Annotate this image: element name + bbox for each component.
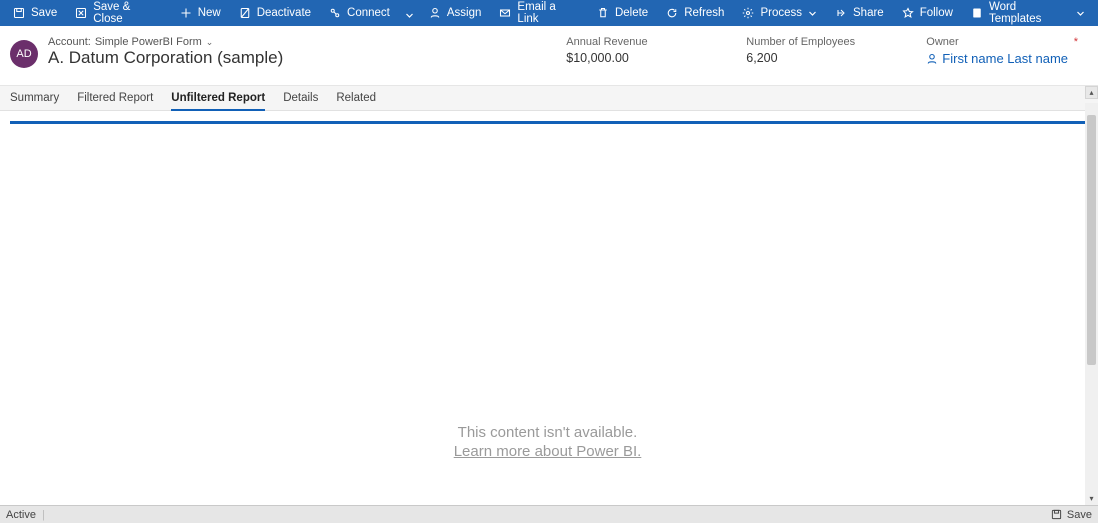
owner-block: Owner * First name Last name [926, 36, 1068, 66]
connect-button[interactable]: Connect [320, 0, 399, 26]
deactivate-icon [239, 7, 251, 19]
chevron-down-icon [1076, 9, 1085, 18]
owner-name: First name Last name [942, 51, 1068, 66]
learn-more-link[interactable]: Learn more about Power BI. [454, 443, 642, 460]
save-icon [1051, 509, 1062, 520]
chevron-down-icon: ⌄ [206, 37, 214, 48]
connect-label: Connect [347, 7, 390, 19]
deactivate-button[interactable]: Deactivate [230, 0, 320, 26]
command-bar: Save Save & Close New Deactivate Connect… [0, 0, 1098, 26]
star-icon [902, 7, 914, 19]
process-label: Process [760, 7, 802, 19]
person-icon [926, 53, 938, 65]
save-button[interactable]: Save [4, 0, 66, 26]
save-close-button[interactable]: Save & Close [66, 0, 170, 26]
record-status: Active [6, 509, 36, 521]
connect-icon [329, 7, 341, 19]
breadcrumb-prefix: Account: [48, 36, 91, 48]
share-icon [835, 7, 847, 19]
annual-revenue-value[interactable]: $10,000.00 [566, 51, 676, 65]
scroll-up-button[interactable]: ▴ [1085, 86, 1098, 99]
word-templates-button[interactable]: Word Templates [962, 0, 1094, 26]
employees-value[interactable]: 6,200 [746, 51, 856, 65]
trash-icon [597, 7, 609, 19]
plus-icon [180, 7, 192, 19]
scrollbar-thumb[interactable] [1087, 115, 1096, 365]
status-bar: Active | Save [0, 505, 1098, 523]
tab-unfiltered-report[interactable]: Unfiltered Report [171, 86, 265, 110]
main-content: This content isn't available. Learn more… [0, 111, 1098, 495]
save-close-label: Save & Close [93, 1, 161, 25]
content-unavailable: This content isn't available. Learn more… [454, 424, 642, 460]
owner-value[interactable]: First name Last name [926, 51, 1068, 66]
deactivate-label: Deactivate [257, 7, 311, 19]
delete-button[interactable]: Delete [588, 0, 657, 26]
footer-save-button[interactable]: Save [1051, 509, 1092, 521]
refresh-label: Refresh [684, 7, 724, 19]
refresh-button[interactable]: Refresh [657, 0, 733, 26]
follow-label: Follow [920, 7, 953, 19]
breadcrumb-form: Simple PowerBI Form [95, 36, 202, 48]
chevron-down-icon [405, 9, 414, 18]
share-button[interactable]: Share [826, 0, 893, 26]
email-icon [499, 7, 511, 19]
share-label: Share [853, 7, 884, 19]
email-link-button[interactable]: Email a Link [490, 0, 588, 26]
assign-icon [429, 7, 441, 19]
footer-save-label: Save [1067, 509, 1092, 521]
email-link-label: Email a Link [517, 1, 579, 25]
new-label: New [198, 7, 221, 19]
title-block: Account: Simple PowerBI Form ⌄ A. Datum … [48, 36, 283, 68]
employees-block: Number of Employees 6,200 [746, 36, 856, 66]
save-icon [13, 7, 25, 19]
word-templates-label: Word Templates [989, 1, 1070, 25]
annual-revenue-label: Annual Revenue [566, 36, 676, 48]
save-label: Save [31, 7, 57, 19]
gear-icon [742, 7, 754, 19]
tab-summary[interactable]: Summary [10, 86, 59, 110]
new-button[interactable]: New [171, 0, 230, 26]
avatar: AD [10, 40, 38, 68]
required-indicator: * [1074, 36, 1078, 48]
record-title: A. Datum Corporation (sample) [48, 48, 283, 68]
follow-button[interactable]: Follow [893, 0, 962, 26]
chevron-down-icon [808, 9, 817, 18]
assign-label: Assign [447, 7, 482, 19]
owner-label: Owner [926, 36, 1068, 48]
delete-label: Delete [615, 7, 648, 19]
tab-related[interactable]: Related [336, 86, 376, 110]
save-close-icon [75, 7, 87, 19]
process-button[interactable]: Process [733, 0, 826, 26]
record-header: AD Account: Simple PowerBI Form ⌄ A. Dat… [0, 26, 1098, 86]
report-frame: This content isn't available. Learn more… [10, 121, 1085, 495]
refresh-icon [666, 7, 678, 19]
scroll-down-button[interactable]: ▾ [1085, 492, 1098, 505]
header-fields: Annual Revenue $10,000.00 Number of Empl… [566, 36, 1088, 66]
tab-filtered-report[interactable]: Filtered Report [77, 86, 153, 110]
word-icon [971, 7, 983, 19]
breadcrumb[interactable]: Account: Simple PowerBI Form ⌄ [48, 36, 283, 48]
assign-button[interactable]: Assign [420, 0, 491, 26]
vertical-scrollbar[interactable]: ▾ [1085, 103, 1098, 505]
unavailable-message: This content isn't available. [454, 424, 642, 441]
tab-details[interactable]: Details [283, 86, 318, 110]
tabs-row: Summary Filtered Report Unfiltered Repor… [0, 86, 1098, 111]
annual-revenue-block: Annual Revenue $10,000.00 [566, 36, 676, 66]
employees-label: Number of Employees [746, 36, 856, 48]
connect-dropdown[interactable] [399, 0, 420, 26]
status-separator: | [42, 509, 45, 521]
